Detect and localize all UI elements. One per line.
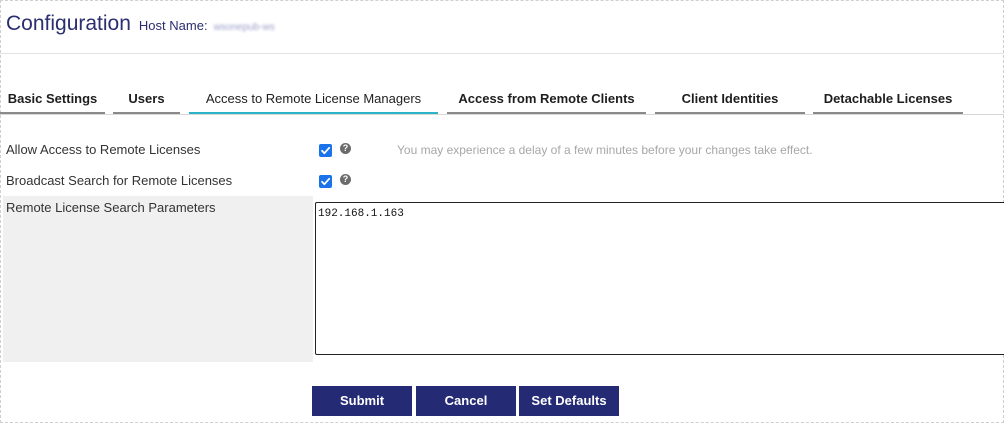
header-divider (0, 53, 1004, 54)
tab-users[interactable]: Users (113, 84, 180, 114)
host-name-value: wsonepub-ws (213, 22, 275, 33)
search-params-textarea[interactable]: 192.168.1.163 (315, 202, 1004, 355)
submit-button[interactable]: Submit (312, 386, 412, 416)
broadcast-search-label: Broadcast Search for Remote Licenses (6, 173, 233, 188)
tab-basic-settings[interactable]: Basic Settings (0, 84, 105, 114)
tab-client-identities[interactable]: Client Identities (655, 84, 805, 114)
allow-access-checkbox[interactable] (319, 144, 332, 157)
tab-bar-divider (0, 114, 1004, 115)
broadcast-search-checkbox[interactable] (319, 175, 332, 188)
tab-access-to-remote-license-managers[interactable]: Access to Remote License Managers (189, 84, 438, 114)
tab-detachable-licenses[interactable]: Detachable Licenses (813, 84, 963, 114)
search-params-label: Remote License Search Parameters (6, 200, 216, 215)
cancel-button[interactable]: Cancel (416, 386, 516, 416)
host-name-label: Host Name: (138, 18, 208, 33)
tab-bar: Basic Settings Users Access to Remote Li… (0, 84, 1004, 114)
search-params-panel (3, 196, 313, 362)
delay-note: You may experience a delay of a few minu… (397, 143, 813, 157)
allow-access-label: Allow Access to Remote Licenses (6, 142, 201, 157)
checkmark-icon (321, 177, 331, 186)
help-icon[interactable]: ? (340, 143, 351, 154)
checkmark-icon (321, 146, 331, 155)
page-header: Configuration Host Name: wsonepub-ws (6, 12, 275, 42)
help-icon[interactable]: ? (340, 174, 351, 185)
page-title: Configuration (6, 12, 131, 35)
tab-access-from-remote-clients[interactable]: Access from Remote Clients (447, 84, 646, 114)
set-defaults-button[interactable]: Set Defaults (519, 386, 619, 416)
